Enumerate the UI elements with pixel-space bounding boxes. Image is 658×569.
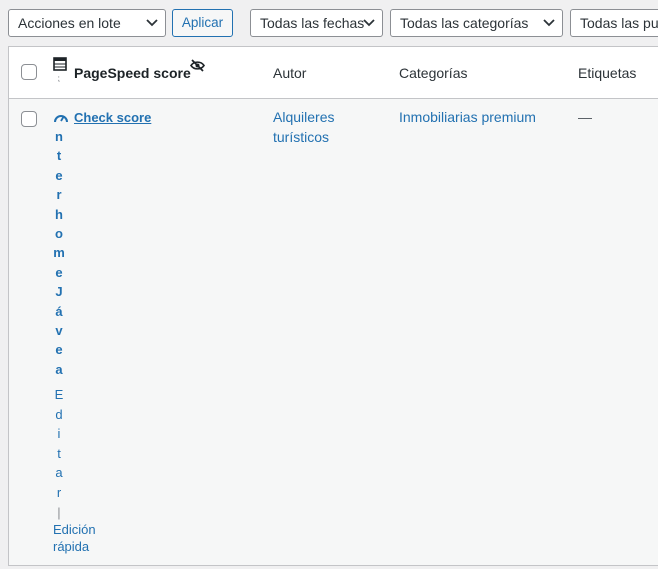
eye-slash-icon[interactable] — [190, 59, 205, 72]
author-link[interactable]: Alquileres turísticos — [273, 107, 334, 147]
tags-value: — — [578, 109, 592, 125]
posts-table: ⁏ PageSpeed score Autor Categorías Etiqu… — [8, 46, 658, 566]
category-link[interactable]: Inmobiliarias premium — [399, 107, 536, 127]
author-column-header: Autor — [273, 65, 307, 81]
table-icon — [53, 57, 67, 71]
bulk-actions-value: Acciones en lote — [18, 15, 121, 31]
bulk-actions-select[interactable]: Acciones en lote — [8, 9, 166, 37]
chevron-down-icon — [543, 19, 555, 27]
title-char: n — [55, 129, 63, 144]
pagespeed-column-header[interactable]: PageSpeed score — [74, 65, 191, 81]
title-char: o — [55, 225, 63, 241]
title-char: e — [55, 167, 63, 183]
title-char: e — [55, 342, 63, 358]
chevron-down-icon — [146, 19, 158, 27]
quick-edit-line: rápida — [53, 539, 90, 554]
title-char: r — [56, 187, 62, 203]
categories-column-header: Categorías — [399, 65, 468, 81]
date-filter-value: Todas las fechas — [260, 15, 365, 31]
third-filter-select[interactable]: Todas las pu — [570, 9, 658, 37]
title-char: v — [55, 322, 63, 338]
title-char: J — [55, 284, 63, 300]
post-title-link[interactable]: n t e r h o m e J á v e a — [53, 127, 65, 379]
author-line: Alquileres — [273, 109, 335, 125]
sort-indicator-icon: ⁏ — [57, 73, 61, 83]
category-filter-value: Todas las categorías — [400, 15, 529, 31]
chevron-down-icon — [363, 19, 375, 27]
title-char: e — [55, 264, 63, 280]
select-all-checkbox[interactable] — [21, 64, 37, 80]
tablenav-top: Acciones en lote Aplicar Todas las fecha… — [0, 0, 658, 46]
date-filter-select[interactable]: Todas las fechas — [250, 9, 383, 37]
tags-column-header: Etiquetas — [578, 65, 637, 81]
quick-edit-link[interactable]: Edición rápida — [53, 521, 96, 555]
table-row: Check score n t e r h o m e J á v e a E … — [9, 99, 658, 569]
category-filter-select[interactable]: Todas las categorías — [390, 9, 563, 37]
apply-button[interactable]: Aplicar — [172, 9, 233, 37]
edit-char: a — [55, 465, 63, 481]
table-header: ⁏ PageSpeed score Autor Categorías Etiqu… — [9, 47, 658, 99]
title-char: a — [55, 361, 63, 377]
title-char: t — [56, 148, 62, 164]
row-checkbox[interactable] — [21, 111, 37, 127]
title-char: m — [53, 245, 65, 261]
gauge-icon — [54, 115, 68, 123]
check-score-link[interactable]: Check score — [74, 108, 151, 128]
author-line: turísticos — [273, 129, 330, 145]
title-char: á — [55, 303, 63, 319]
quick-edit-line: Edición — [53, 522, 96, 537]
third-filter-value: Todas las pu — [580, 15, 658, 31]
edit-char: d — [55, 406, 63, 422]
edit-link[interactable]: E d i t a r | — [53, 385, 65, 522]
title-char: h — [55, 206, 63, 222]
edit-char: r — [56, 484, 62, 500]
edit-char: t — [57, 445, 61, 461]
edit-char: i — [57, 426, 61, 442]
edit-char: E — [54, 387, 64, 402]
edit-separator: | — [57, 504, 61, 520]
